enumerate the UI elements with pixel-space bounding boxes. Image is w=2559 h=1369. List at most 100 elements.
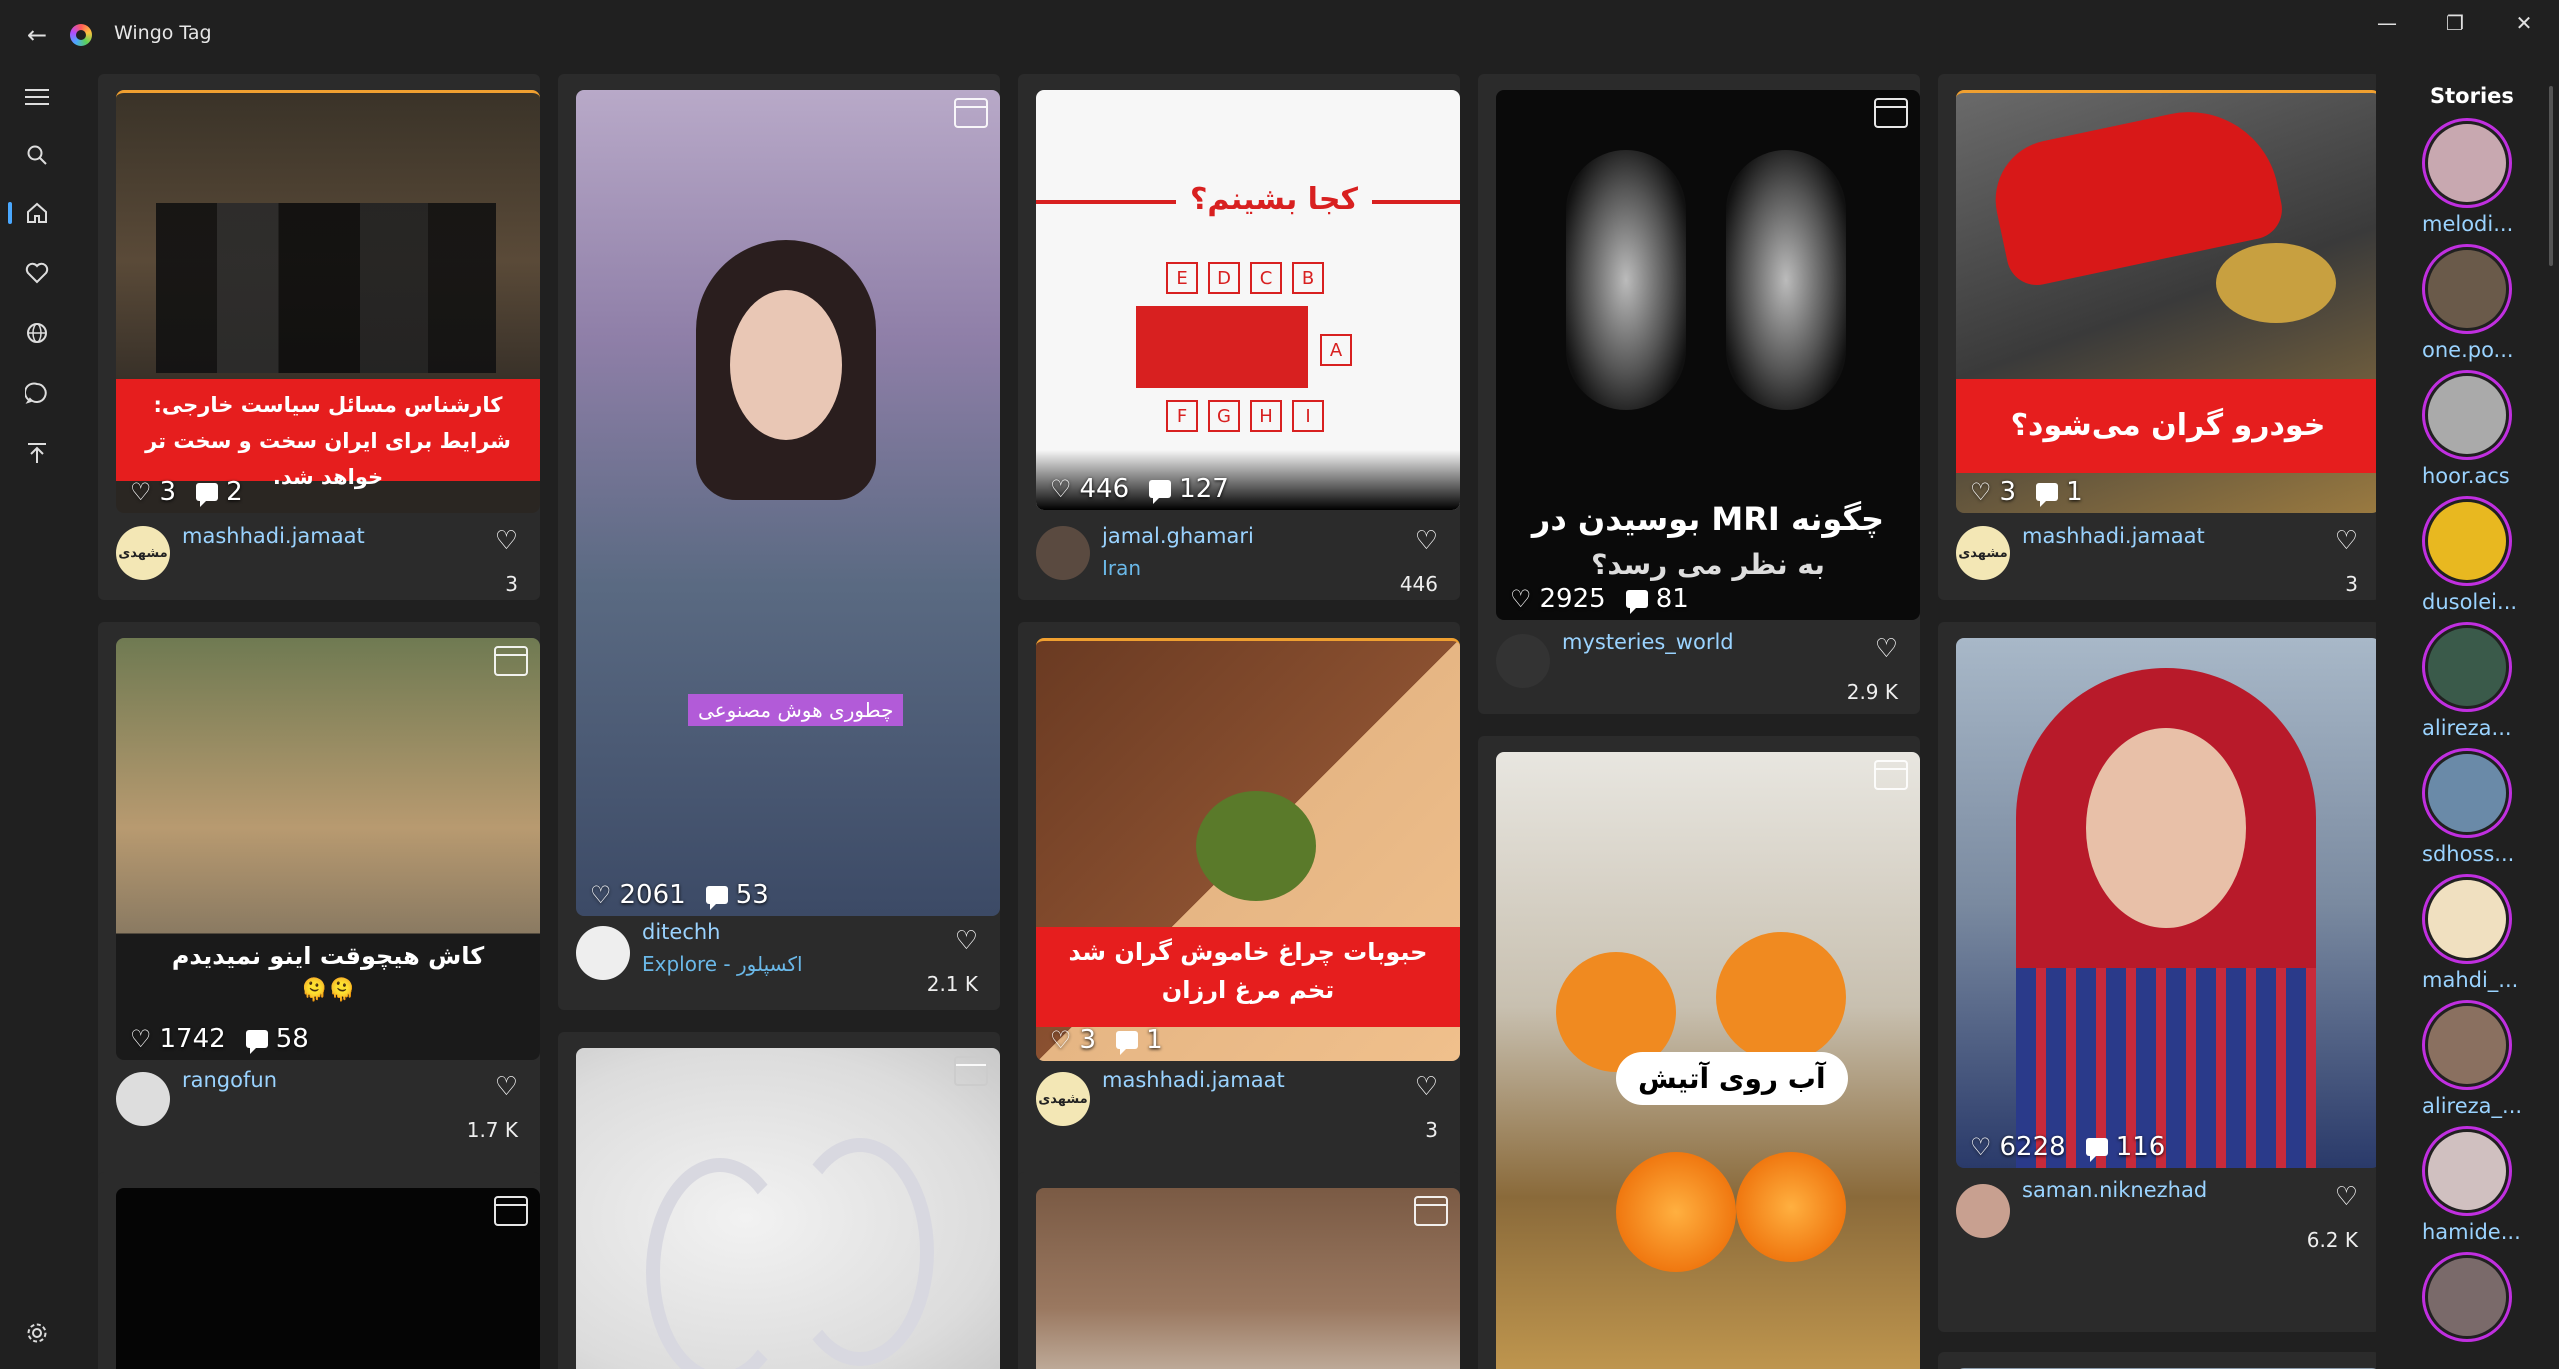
comments-count: 116: [2115, 1132, 2166, 1162]
story-avatar[interactable]: [2422, 496, 2512, 586]
username[interactable]: mashhadi.jamaat: [1102, 1068, 1285, 1092]
post-image[interactable]: آب روی آتیش: [1496, 752, 1920, 1369]
scrollbar[interactable]: [2549, 86, 2553, 266]
username[interactable]: jamal.ghamari: [1102, 524, 1254, 548]
story-item[interactable]: sdhoss...: [2422, 748, 2514, 866]
post-card[interactable]: خودرو گران می‌شود؟ ♡ 3 1 مشهدی mashhadi.…: [1938, 74, 2376, 600]
avatar[interactable]: [576, 926, 630, 980]
post-stats: ♡ 2925 81: [1510, 584, 1689, 614]
post-card[interactable]: کجا بشینم؟ E D C B A F G H I ♡ 446 127 j…: [1018, 74, 1460, 600]
avatar[interactable]: [1496, 634, 1550, 688]
avatar[interactable]: [1956, 1184, 2010, 1238]
home-icon[interactable]: [8, 190, 62, 236]
restore-button[interactable]: ❐: [2420, 0, 2490, 46]
username[interactable]: rangofun: [182, 1068, 277, 1092]
post-stats: ♡ 6228 116: [1970, 1132, 2165, 1162]
story-username: melodi...: [2422, 212, 2514, 236]
avatar[interactable]: مشهدی: [116, 526, 170, 580]
heart-icon[interactable]: ♡: [495, 526, 518, 556]
post-image[interactable]: [1036, 1188, 1460, 1369]
mri-photo: [1726, 150, 1846, 410]
avatar[interactable]: مشهدی: [1036, 1072, 1090, 1126]
post-card[interactable]: [558, 1032, 1000, 1369]
post-card[interactable]: ♡ 6228 116 saman.niknezhad ♡ 6.2 K: [1938, 622, 2376, 1332]
avatar[interactable]: [116, 1072, 170, 1126]
likes-count: 3: [1999, 477, 2017, 507]
username[interactable]: mashhadi.jamaat: [2022, 524, 2205, 548]
post-image[interactable]: کاش هیچوقت اینو نمیدیدم 🫠🫠 ♡ 1742 58: [116, 638, 540, 1060]
story-item[interactable]: dusolei...: [2422, 496, 2517, 614]
comments-count: 127: [1179, 474, 1229, 504]
search-icon[interactable]: [12, 132, 62, 178]
story-avatar[interactable]: [2422, 622, 2512, 712]
upload-icon[interactable]: [12, 430, 62, 476]
minimize-button[interactable]: —: [2352, 0, 2422, 46]
avatar[interactable]: [1036, 526, 1090, 580]
story-username: hamide...: [2422, 1220, 2521, 1244]
post-card[interactable]: [1018, 1172, 1460, 1369]
story-item[interactable]: hamide...: [2422, 1126, 2521, 1244]
post-image[interactable]: خودرو گران می‌شود؟ ♡ 3 1: [1956, 90, 2376, 513]
story-avatar[interactable]: [2422, 748, 2512, 838]
post-card[interactable]: [1938, 1352, 2376, 1369]
post-image[interactable]: کجا بشینم؟ E D C B A F G H I ♡ 446 127: [1036, 90, 1460, 510]
heart-icon[interactable]: ♡: [1415, 1072, 1438, 1102]
story-item[interactable]: [2422, 1252, 2512, 1342]
story-item[interactable]: melodi...: [2422, 118, 2513, 236]
story-avatar[interactable]: [2422, 244, 2512, 334]
story-avatar[interactable]: [2422, 1252, 2512, 1342]
story-username: alireza...: [2422, 716, 2512, 740]
globe-icon[interactable]: [12, 310, 62, 356]
post-image[interactable]: چطوری هوش مصنوعی ♡ 2061 53: [576, 90, 1000, 916]
post-card[interactable]: آب روی آتیش: [1478, 736, 1920, 1369]
post-image[interactable]: [116, 1188, 540, 1369]
story-avatar[interactable]: [2422, 874, 2512, 964]
story-item[interactable]: one.po...: [2422, 244, 2514, 362]
username[interactable]: saman.niknezhad: [2022, 1178, 2207, 1202]
table-block: [1136, 306, 1308, 388]
story-avatar[interactable]: [2422, 1000, 2512, 1090]
username[interactable]: mashhadi.jamaat: [182, 524, 365, 548]
chat-icon[interactable]: [12, 370, 62, 416]
settings-gear-icon[interactable]: [12, 1310, 62, 1356]
post-card[interactable]: چطوری هوش مصنوعی ♡ 2061 53 ditechh Explo…: [558, 74, 1000, 1010]
post-image[interactable]: بوسیدن در MRI چگونه به نظر می رسد؟ ♡ 292…: [1496, 90, 1920, 620]
post-image[interactable]: حبوبات چراغ خاموش گران شد تخم مرغ ارزان …: [1036, 638, 1460, 1061]
post-card[interactable]: کاش هیچوقت اینو نمیدیدم 🫠🫠 ♡ 1742 58 ran…: [98, 622, 540, 1222]
post-image[interactable]: [576, 1048, 1000, 1369]
earring-photo: [786, 1138, 934, 1366]
heart-icon[interactable]: ♡: [1415, 526, 1438, 556]
story-avatar[interactable]: [2422, 370, 2512, 460]
heart-icon[interactable]: ♡: [1875, 634, 1898, 664]
comment-icon: [196, 483, 219, 507]
avatar[interactable]: مشهدی: [1956, 526, 2010, 580]
story-avatar[interactable]: [2422, 1126, 2512, 1216]
story-item[interactable]: mahdi_...: [2422, 874, 2518, 992]
heart-icon[interactable]: [12, 250, 62, 296]
story-item[interactable]: alireza_...: [2422, 1000, 2522, 1118]
menu-icon[interactable]: [12, 74, 62, 120]
post-card[interactable]: [98, 1172, 540, 1369]
heart-icon[interactable]: ♡: [2335, 1182, 2358, 1212]
heart-icon[interactable]: ♡: [2335, 526, 2358, 556]
likes-count: 1742: [159, 1024, 226, 1054]
post-card[interactable]: بوسیدن در MRI چگونه به نظر می رسد؟ ♡ 292…: [1478, 74, 1920, 714]
comment-icon: [705, 886, 728, 910]
post-stats: ♡ 3 2: [130, 477, 243, 507]
heart-icon[interactable]: ♡: [955, 926, 978, 956]
story-item[interactable]: alireza...: [2422, 622, 2512, 740]
heart-outline-icon: ♡: [590, 881, 612, 909]
seat-label: A: [1320, 334, 1352, 366]
back-arrow-icon[interactable]: ←: [20, 18, 54, 52]
username[interactable]: ditechh: [642, 920, 720, 944]
face-photo: [2086, 728, 2246, 928]
post-image[interactable]: ♡ 6228 116: [1956, 638, 2376, 1168]
username[interactable]: mysteries_world: [1562, 630, 1734, 654]
post-card[interactable]: کارشناس مسائل سیاست خارجی: شرایط برای ای…: [98, 74, 540, 600]
post-card[interactable]: حبوبات چراغ خاموش گران شد تخم مرغ ارزان …: [1018, 622, 1460, 1222]
story-item[interactable]: hoor.acs: [2422, 370, 2512, 488]
story-avatar[interactable]: [2422, 118, 2512, 208]
post-image[interactable]: کارشناس مسائل سیاست خارجی: شرایط برای ای…: [116, 90, 540, 513]
heart-icon[interactable]: ♡: [495, 1072, 518, 1102]
close-button[interactable]: ✕: [2489, 0, 2559, 46]
